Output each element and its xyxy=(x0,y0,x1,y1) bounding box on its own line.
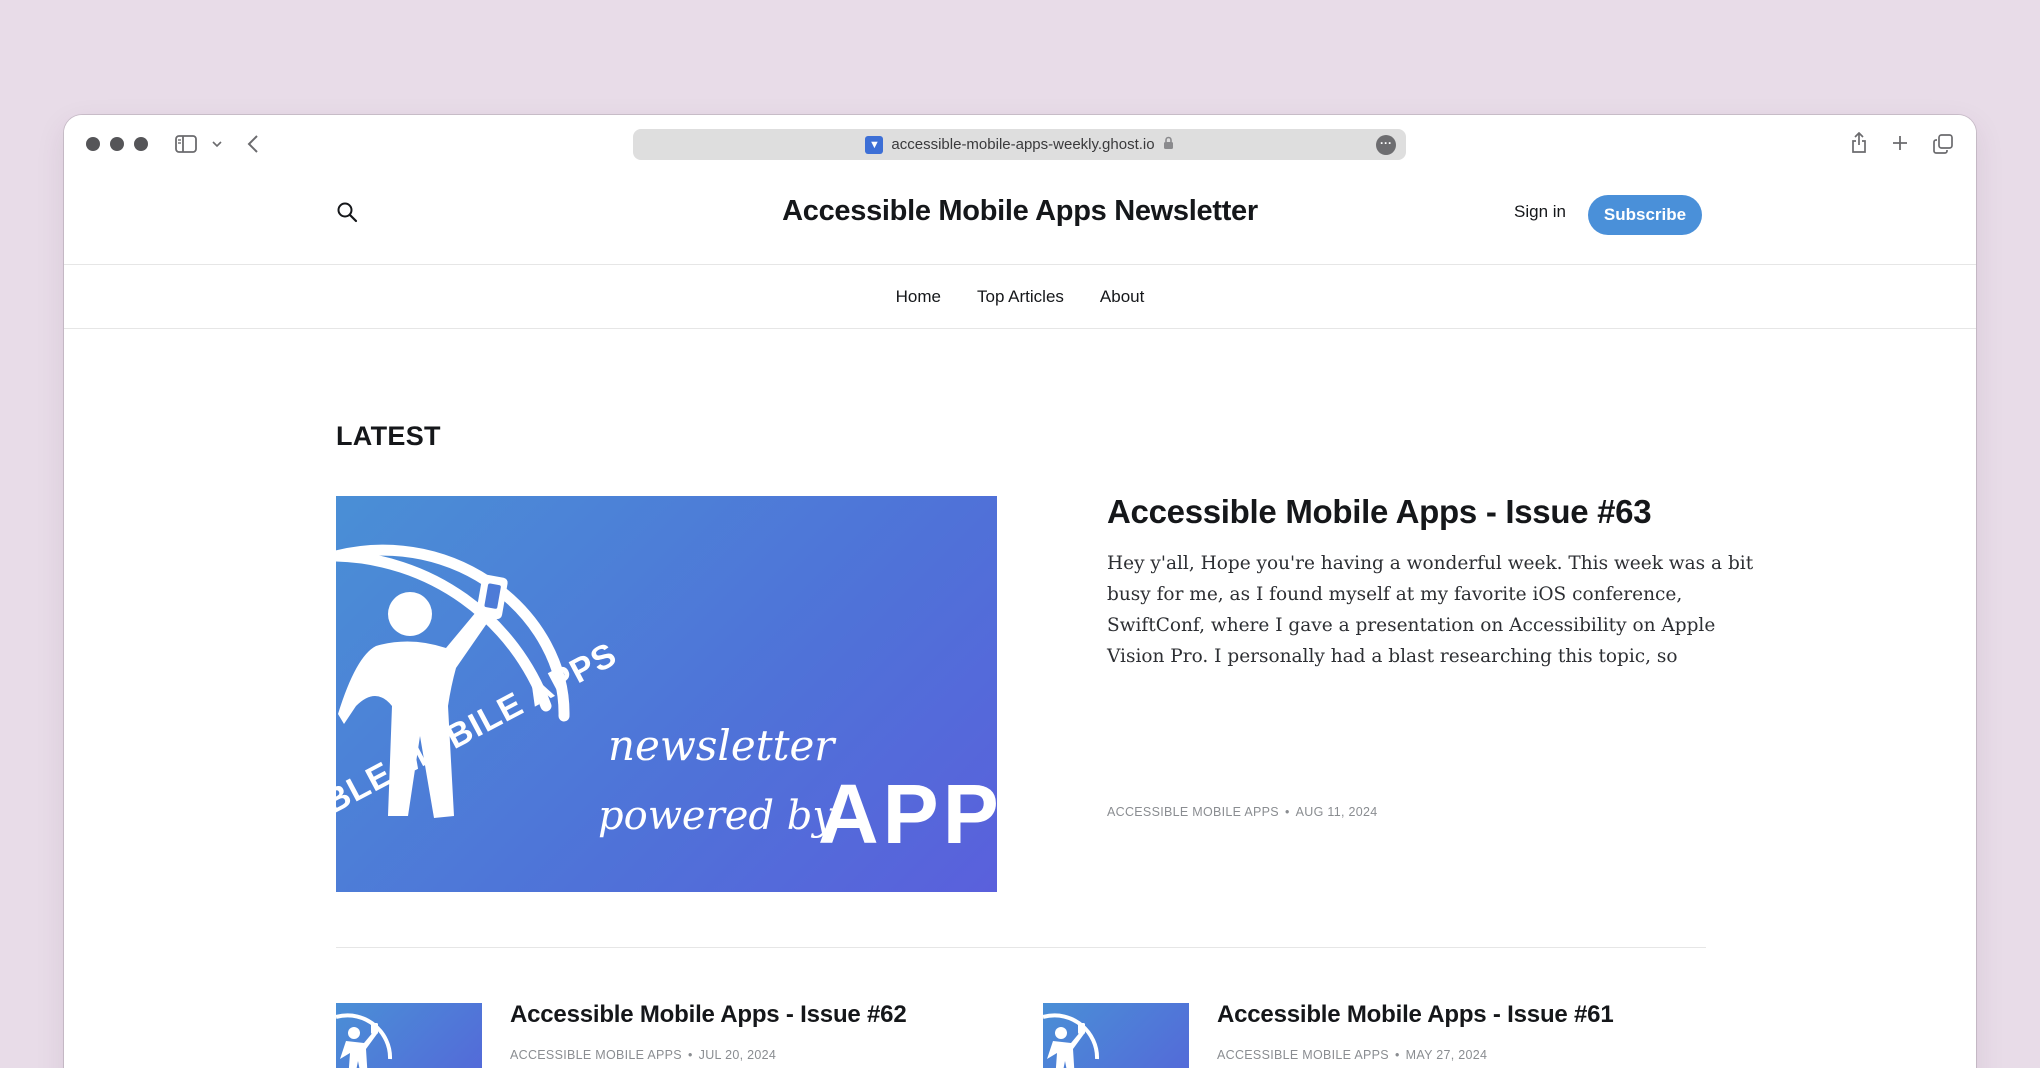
image-line-powered: powered by xyxy=(598,793,835,839)
nav-item-about[interactable]: About xyxy=(1100,287,1144,307)
subscribe-button[interactable]: Subscribe xyxy=(1588,195,1702,235)
lock-icon xyxy=(1163,136,1174,154)
post-title[interactable]: Accessible Mobile Apps - Issue #62 xyxy=(510,1001,907,1029)
minimize-window-button[interactable] xyxy=(110,137,124,151)
content-divider xyxy=(336,947,1706,948)
feature-meta: ACCESSIBLE MOBILE APPS • AUG 11, 2024 xyxy=(1107,805,1378,819)
header-divider xyxy=(64,264,1976,265)
nav-divider xyxy=(64,328,1976,329)
post-meta: ACCESSIBLE MOBILE APPS • JUL 20, 2024 xyxy=(510,1048,777,1062)
browser-window: ▼ accessible-mobile-apps-weekly.ghost.io… xyxy=(64,115,1976,1068)
site-favicon-icon: ▼ xyxy=(865,135,884,154)
back-icon[interactable] xyxy=(244,133,262,155)
window-controls xyxy=(86,137,148,151)
url-text: accessible-mobile-apps-weekly.ghost.io xyxy=(891,136,1155,153)
post-date: JUL 20, 2024 xyxy=(698,1048,777,1062)
site-header: Accessible Mobile Apps Newsletter Sign i… xyxy=(64,173,1976,331)
image-line-newsletter: newsletter xyxy=(608,721,835,770)
nav-item-top-articles[interactable]: Top Articles xyxy=(977,287,1064,307)
chevron-down-icon[interactable] xyxy=(210,137,224,151)
close-window-button[interactable] xyxy=(86,137,100,151)
nav-item-home[interactable]: Home xyxy=(896,287,941,307)
address-bar[interactable]: ▼ accessible-mobile-apps-weekly.ghost.io… xyxy=(633,129,1406,160)
post-date: MAY 27, 2024 xyxy=(1405,1048,1488,1062)
signin-link[interactable]: Sign in xyxy=(1514,202,1566,222)
tab-overview-icon[interactable] xyxy=(1932,133,1954,155)
feature-author[interactable]: ACCESSIBLE MOBILE APPS xyxy=(1107,805,1279,819)
newsletter-logo-icon xyxy=(1043,1013,1100,1068)
post-card-thumbnail[interactable] xyxy=(1043,1003,1189,1068)
page-menu-icon[interactable]: ··· xyxy=(1376,135,1396,155)
section-title: LATEST xyxy=(336,421,441,451)
feature-title[interactable]: Accessible Mobile Apps - Issue #63 xyxy=(1107,493,1652,531)
share-icon[interactable] xyxy=(1848,131,1870,155)
post-title[interactable]: Accessible Mobile Apps - Issue #61 xyxy=(1217,1001,1614,1029)
feature-image[interactable]: BLE MOBILE APPS newsletter powered by AP… xyxy=(336,496,997,892)
image-brand: APP xyxy=(818,767,997,861)
primary-nav: Home Top Articles About xyxy=(64,287,1976,307)
post-author[interactable]: ACCESSIBLE MOBILE APPS xyxy=(510,1048,682,1062)
feature-date: AUG 11, 2024 xyxy=(1295,805,1378,819)
feature-excerpt: Hey y'all, Hope you're having a wonderfu… xyxy=(1107,553,1754,667)
zoom-window-button[interactable] xyxy=(134,137,148,151)
sidebar-toggle-icon[interactable] xyxy=(174,133,198,155)
browser-toolbar: ▼ accessible-mobile-apps-weekly.ghost.io… xyxy=(64,115,1976,173)
new-tab-icon[interactable] xyxy=(1890,133,1910,153)
post-meta: ACCESSIBLE MOBILE APPS • MAY 27, 2024 xyxy=(1217,1048,1488,1062)
post-card-thumbnail[interactable] xyxy=(336,1003,482,1068)
newsletter-logo-icon xyxy=(336,1013,393,1068)
post-author[interactable]: ACCESSIBLE MOBILE APPS xyxy=(1217,1048,1389,1062)
